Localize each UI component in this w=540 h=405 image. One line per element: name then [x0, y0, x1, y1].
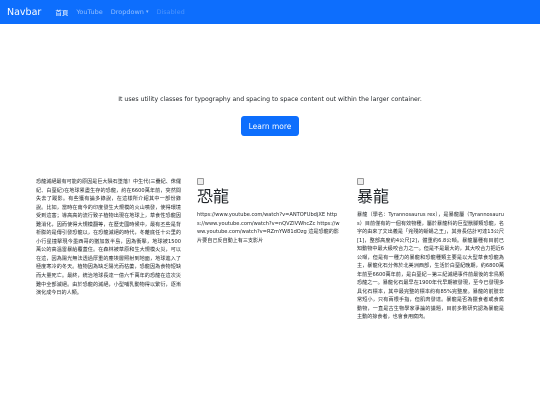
column-dinosaur-extinction-text: 恐龍滅絕最有可能的原因是巨大隕石墜落！中生代(三疊紀、侏儸紀、白堊紀)在地球累盡… — [36, 179, 181, 297]
chevron-down-icon: ▾ — [145, 9, 149, 15]
card-text: 暴龍（學名：Tyrannosaurus rex），是暴龍屬（Tyrannosau… — [357, 212, 504, 320]
nav-item-dropdown[interactable]: Dropdown ▾ — [111, 8, 149, 16]
card-trex: 暴龍 暴龍（學名：Tyrannosaurus rex），是暴龍屬（Tyranno… — [357, 178, 504, 322]
card-title: 暴龍 — [357, 187, 390, 206]
navbar: Navbar 首頁 YouTube Dropdown ▾ Disabled — [0, 0, 540, 24]
navbar-brand[interactable]: Navbar — [7, 7, 41, 18]
learn-more-button[interactable]: Learn more — [241, 116, 299, 136]
nav-item-home[interactable]: 首頁 — [55, 7, 68, 17]
nav-item-disabled-label: Disabled — [156, 8, 185, 16]
card-title: 恐龍 — [197, 187, 230, 206]
hero-text: It uses utility classes for typography a… — [118, 96, 422, 103]
nav-item-youtube[interactable]: YouTube — [76, 8, 102, 16]
card-dinosaur: 恐龍 https://www.youtube.com/watch?v=ANTOF… — [197, 178, 342, 245]
broken-image-icon — [357, 178, 364, 185]
broken-image-icon — [197, 178, 204, 185]
hero: It uses utility classes for typography a… — [0, 96, 540, 103]
nav-item-dropdown-label: Dropdown — [110, 8, 144, 16]
card-text: https://www.youtube.com/watch?v=ANTOFUbd… — [197, 212, 340, 244]
nav-item-youtube-label: YouTube — [76, 8, 103, 16]
nav-item-home-label: 首頁 — [55, 9, 69, 17]
nav-item-disabled: Disabled — [156, 8, 184, 16]
